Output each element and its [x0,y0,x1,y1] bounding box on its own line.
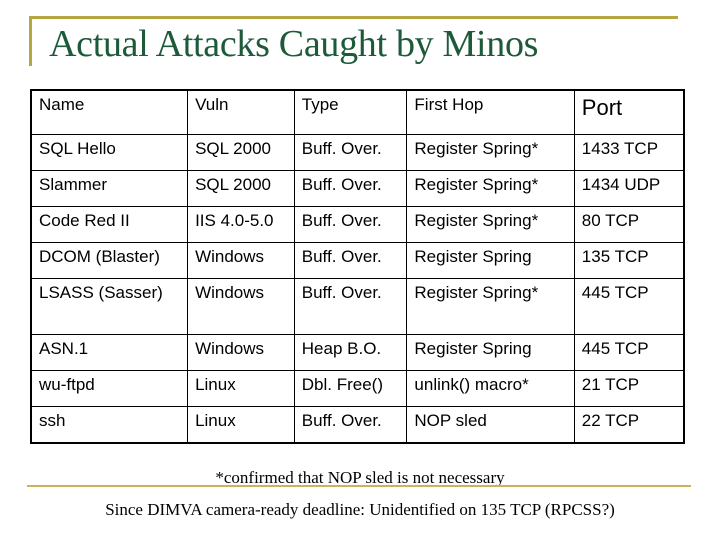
cell-type: Buff. Over. [293,206,408,243]
cell-port: 1434 UDP [573,170,685,207]
table-row: LSASS (Sasser) Windows Buff. Over. Regis… [30,278,685,335]
cell-port: 445 TCP [573,334,685,371]
cell-vuln: Windows [187,278,295,335]
table-row: DCOM (Blaster) Windows Buff. Over. Regis… [30,242,685,279]
header-type: Type [293,89,408,135]
footer-divider [27,485,691,487]
cell-type: Buff. Over. [293,242,408,279]
cell-name: ASN.1 [30,334,189,371]
cell-vuln: Windows [187,242,295,279]
deadline-note: Since DIMVA camera-ready deadline: Unide… [105,500,615,519]
cell-name: DCOM (Blaster) [30,242,189,279]
cell-first-hop: Register Spring* [406,134,575,171]
title-bracket-left-rule [29,16,32,66]
title-bracket-top-rule [30,16,678,19]
cell-vuln: Linux [187,406,295,444]
table-header-row: Name Vuln Type First Hop Port [30,89,685,135]
cell-name: LSASS (Sasser) [30,278,189,335]
cell-port: 21 TCP [573,370,685,407]
cell-vuln: IIS 4.0-5.0 [187,206,295,243]
cell-name: SQL Hello [30,134,189,171]
cell-vuln: SQL 2000 [187,170,295,207]
cell-type: Buff. Over. [293,406,408,444]
cell-name: wu-ftpd [30,370,189,407]
cell-first-hop: NOP sled [406,406,575,444]
cell-port: 80 TCP [573,206,685,243]
cell-first-hop: Register Spring* [406,278,575,335]
table-row: SQL Hello SQL 2000 Buff. Over. Register … [30,134,685,171]
cell-type: Buff. Over. [293,134,408,171]
attacks-table: Name Vuln Type First Hop Port SQL Hello … [30,89,685,444]
cell-name: ssh [30,406,189,444]
table-row: ssh Linux Buff. Over. NOP sled 22 TCP [30,406,685,444]
table-row: Code Red II IIS 4.0-5.0 Buff. Over. Regi… [30,206,685,243]
header-name: Name [30,89,189,135]
header-first-hop: First Hop [406,89,575,135]
cell-port: 1433 TCP [573,134,685,171]
cell-first-hop: Register Spring [406,242,575,279]
table-row: Slammer SQL 2000 Buff. Over. Register Sp… [30,170,685,207]
cell-port: 445 TCP [573,278,685,335]
cell-name: Code Red II [30,206,189,243]
cell-type: Buff. Over. [293,170,408,207]
table-row: wu-ftpd Linux Dbl. Free() unlink() macro… [30,370,685,407]
cell-vuln: Windows [187,334,295,371]
slide-title: Actual Attacks Caught by Minos [49,23,539,65]
cell-vuln: Linux [187,370,295,407]
cell-first-hop: Register Spring* [406,170,575,207]
cell-vuln: SQL 2000 [187,134,295,171]
cell-port: 22 TCP [573,406,685,444]
cell-first-hop: Register Spring* [406,206,575,243]
cell-name: Slammer [30,170,189,207]
cell-first-hop: Register Spring [406,334,575,371]
cell-first-hop: unlink() macro* [406,370,575,407]
cell-type: Dbl. Free() [293,370,408,407]
cell-port: 135 TCP [573,242,685,279]
table-row: ASN.1 Windows Heap B.O. Register Spring … [30,334,685,371]
header-port: Port [573,89,685,135]
cell-type: Heap B.O. [293,334,408,371]
cell-type: Buff. Over. [293,278,408,335]
header-vuln: Vuln [187,89,295,135]
